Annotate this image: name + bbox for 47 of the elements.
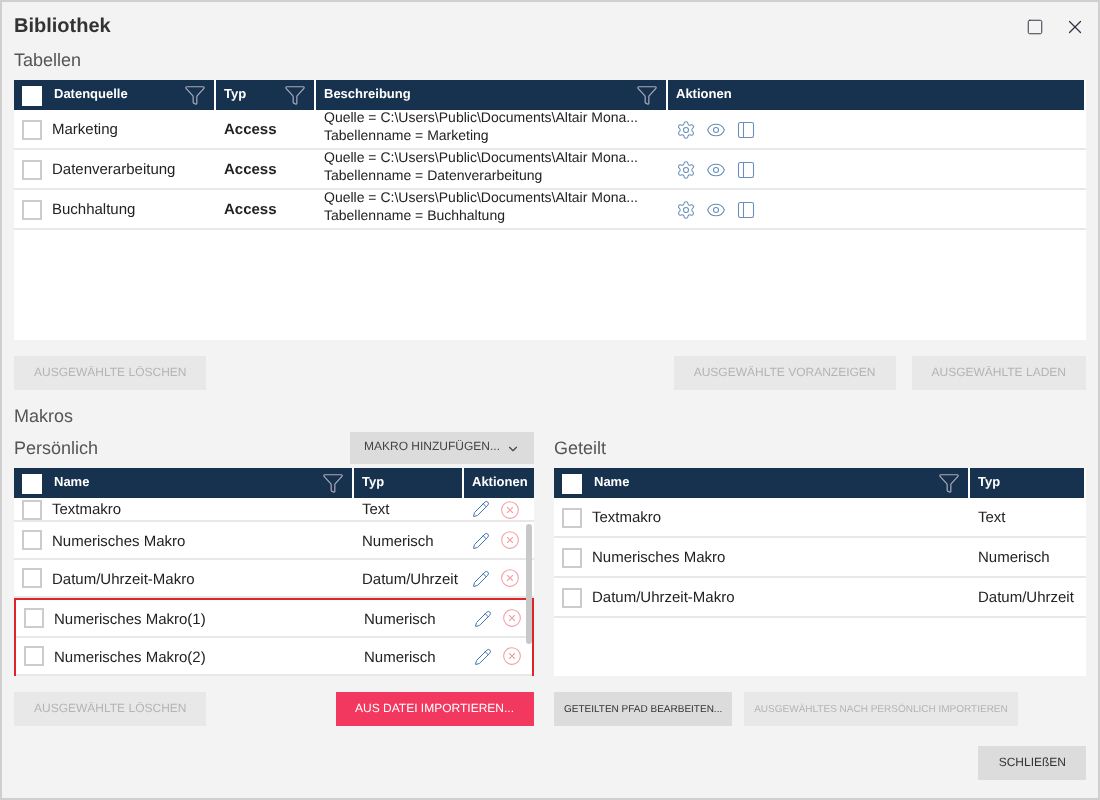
edit-icon[interactable] [474,647,492,665]
row-checkbox[interactable] [22,199,42,219]
row-checkbox[interactable] [562,587,582,607]
panel-icon[interactable] [736,159,756,179]
subsection-label: Geteilt [554,438,607,458]
eye-icon[interactable] [706,119,726,139]
window-title: Bibliothek [14,15,111,37]
eye-icon[interactable] [706,199,726,219]
panel-icon[interactable] [736,199,756,219]
filter-icon[interactable] [636,84,658,106]
delete-icon[interactable] [500,530,520,550]
section-label: Tabellen [14,50,84,70]
subsection-label: Persönlich [14,438,99,458]
filter-icon[interactable] [184,84,206,106]
chevron-down-icon [506,441,520,455]
row-checkbox[interactable] [22,568,42,588]
settings-icon[interactable] [676,119,696,139]
delete-icon[interactable] [500,499,520,519]
filter-icon[interactable] [938,472,960,494]
settings-icon[interactable] [676,159,696,179]
row-checkbox[interactable] [562,507,582,527]
row-checkbox[interactable] [22,119,42,139]
eye-icon[interactable] [706,159,726,179]
panel-icon[interactable] [736,119,756,139]
edit-icon[interactable] [472,569,490,587]
row-checkbox[interactable] [22,530,42,550]
delete-icon[interactable] [500,568,520,588]
edit-icon[interactable] [472,531,490,549]
maximize-icon[interactable] [1026,17,1044,35]
edit-icon[interactable] [474,609,492,627]
row-checkbox[interactable] [562,547,582,567]
row-checkbox[interactable] [24,646,44,666]
row-checkbox[interactable] [22,159,42,179]
close-icon[interactable] [1064,15,1086,37]
settings-icon[interactable] [676,199,696,219]
filter-icon[interactable] [322,472,344,494]
edit-icon[interactable] [472,500,490,518]
delete-icon[interactable] [502,646,522,666]
select-all-checkbox[interactable] [22,473,42,493]
select-all-checkbox[interactable] [562,473,582,493]
delete-icon[interactable] [502,608,522,628]
scrollbar[interactable] [526,524,532,644]
row-checkbox[interactable] [24,608,44,628]
filter-icon[interactable] [284,84,306,106]
select-all-checkbox[interactable] [22,85,42,105]
section-label: Makros [14,406,76,426]
row-checkbox[interactable] [22,499,42,519]
